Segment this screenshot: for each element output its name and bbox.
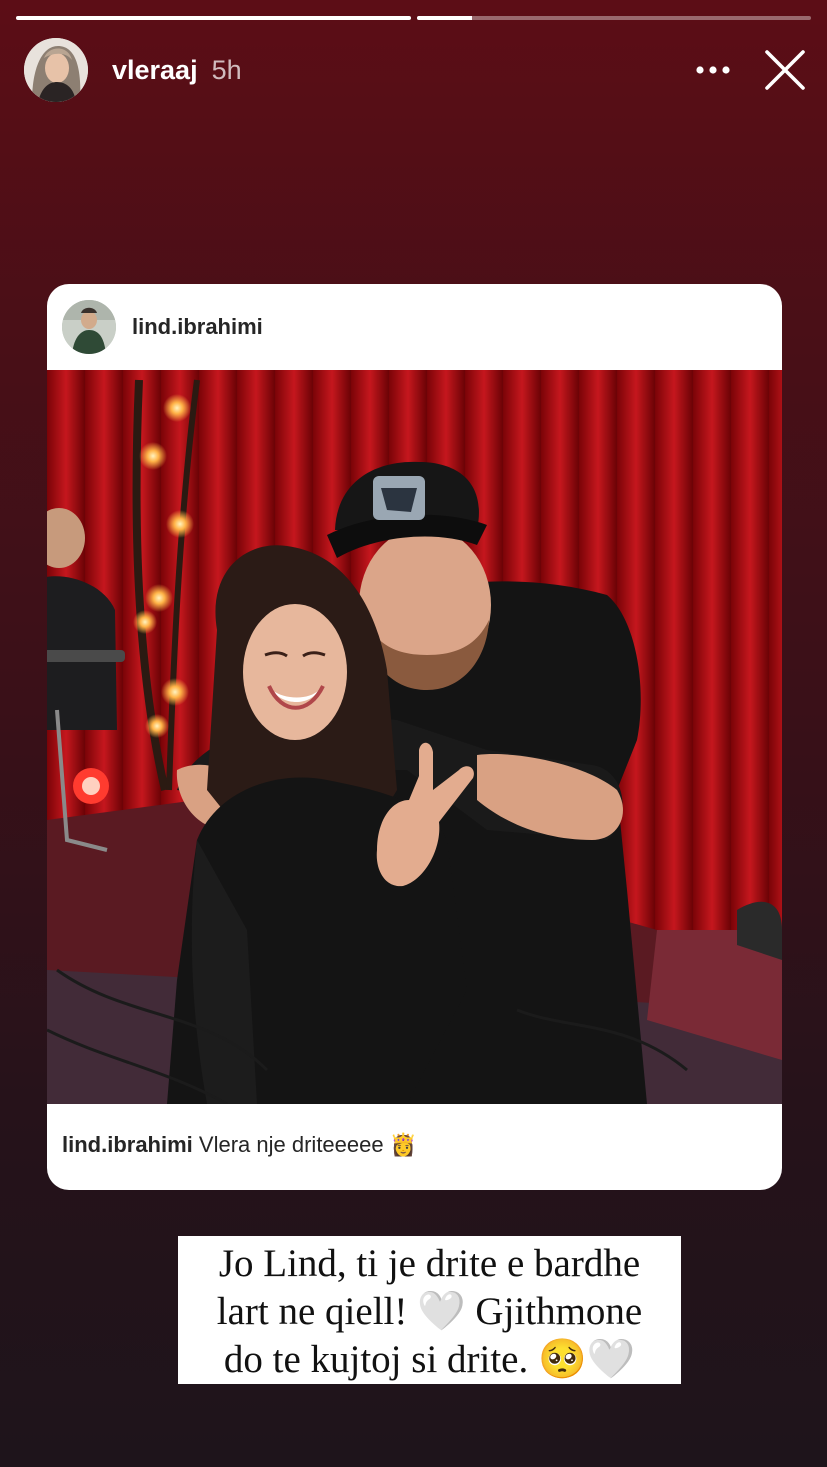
story-timestamp: 5h <box>211 54 242 85</box>
progress-fill <box>16 16 411 20</box>
caption-text: Vlera nje driteeeee 👸 <box>198 1132 418 1157</box>
story-viewer[interactable]: vleraaj 5h lind.ibrahimi lind.ibrahimi V… <box>0 0 827 1467</box>
sticker-line: lart ne qiell! 🤍 Gjithmone <box>216 1290 643 1333</box>
shared-post-avatar[interactable] <box>62 300 116 354</box>
profile-photo <box>24 38 88 102</box>
story-username[interactable]: vleraaj <box>112 55 198 86</box>
progress-segment <box>416 16 811 20</box>
shared-post-photo[interactable] <box>47 370 782 1104</box>
text-sticker: Jo Lind, ti je drite e bardhe lart ne qi… <box>178 1236 681 1384</box>
close-button[interactable] <box>761 46 809 94</box>
post-image <box>47 370 782 1104</box>
shared-post-username[interactable]: lind.ibrahimi <box>132 314 263 340</box>
sticker-line: Jo Lind, ti je drite e bardhe <box>218 1242 641 1285</box>
progress-segment <box>16 16 411 20</box>
shared-post-card[interactable]: lind.ibrahimi lind.ibrahimi Vlera nje dr… <box>47 284 782 1190</box>
avatar[interactable] <box>24 38 88 102</box>
story-progress <box>16 16 811 20</box>
shared-post-header: lind.ibrahimi <box>47 284 782 370</box>
sticker-line: do te kujtoj si drite. 🥺🤍 <box>223 1338 636 1381</box>
more-horizontal-icon <box>696 66 730 74</box>
shared-post-caption: lind.ibrahimi Vlera nje driteeeee 👸 <box>62 1132 417 1158</box>
caption-username[interactable]: lind.ibrahimi <box>62 1132 193 1157</box>
progress-fill <box>416 16 472 20</box>
story-header: vleraaj 5h <box>24 38 809 102</box>
shared-post-profile-photo <box>62 300 116 354</box>
close-icon <box>765 50 805 90</box>
more-options-button[interactable] <box>689 46 737 94</box>
